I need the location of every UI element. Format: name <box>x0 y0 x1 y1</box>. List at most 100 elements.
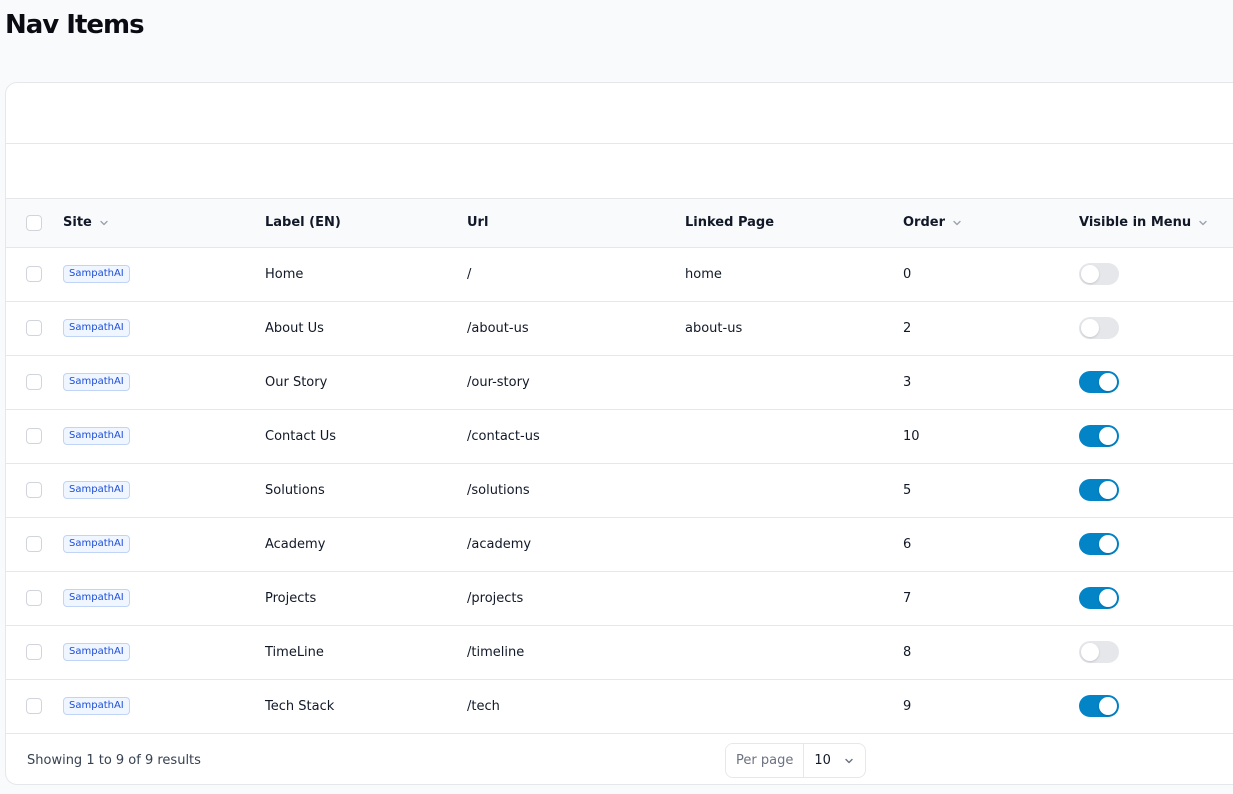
header-order-label: Order <box>903 215 945 231</box>
header-linked-page-text: Linked Page <box>685 215 775 231</box>
cell-linked-page <box>685 625 903 679</box>
row-checkbox[interactable] <box>26 644 42 660</box>
cell-label: Contact Us <box>265 428 336 444</box>
cell-linked-page <box>685 517 903 571</box>
cell-label: Academy <box>265 536 326 552</box>
cell-order: 10 <box>903 428 920 444</box>
site-badge: SampathAI <box>63 265 130 283</box>
cell-label: Tech Stack <box>265 698 335 714</box>
table-row[interactable]: SampathAI TimeLine /timeline 8 <box>6 625 1233 679</box>
select-all-cell <box>6 199 63 247</box>
select-all-checkbox[interactable] <box>26 214 42 231</box>
row-checkbox[interactable] <box>26 698 42 715</box>
cell-url: /about-us <box>467 320 529 336</box>
header-site-label: Site <box>63 215 92 231</box>
site-badge: SampathAI <box>63 697 130 716</box>
header-visible[interactable]: Visible in Menu <box>1079 199 1233 247</box>
cell-url: /projects <box>467 590 524 606</box>
cell-order: 6 <box>903 536 912 552</box>
site-badge: SampathAI <box>63 643 130 661</box>
cell-linked-page: home <box>685 266 722 282</box>
per-page-select[interactable]: 10 <box>804 744 865 777</box>
table-row[interactable]: SampathAI About Us /about-us about-us 2 <box>6 301 1233 355</box>
row-checkbox[interactable] <box>26 536 42 552</box>
cell-label: Home <box>265 266 304 282</box>
visible-toggle[interactable] <box>1079 641 1119 663</box>
chevron-down-icon <box>1199 220 1207 225</box>
cell-label: About Us <box>265 320 324 336</box>
toggle-knob <box>1099 427 1117 445</box>
row-checkbox[interactable] <box>26 482 42 498</box>
cell-order: 3 <box>903 374 912 390</box>
visible-toggle[interactable] <box>1079 533 1119 555</box>
toggle-knob <box>1081 265 1099 283</box>
site-badge: SampathAI <box>63 319 130 337</box>
chevron-down-icon <box>845 758 853 763</box>
visible-toggle[interactable] <box>1079 371 1119 393</box>
results-count: Showing 1 to 9 of 9 results <box>27 753 201 768</box>
cell-url: /academy <box>467 536 532 552</box>
site-badge: SampathAI <box>63 481 130 499</box>
cell-order: 7 <box>903 590 912 606</box>
toggle-knob <box>1081 319 1099 337</box>
cell-order: 2 <box>903 320 912 336</box>
visible-toggle[interactable] <box>1079 425 1119 447</box>
visible-toggle[interactable] <box>1079 479 1119 501</box>
per-page-label: Per page <box>726 744 805 777</box>
cell-url: /tech <box>467 698 500 714</box>
row-checkbox[interactable] <box>26 428 42 444</box>
visible-toggle[interactable] <box>1079 695 1119 718</box>
cell-linked-page: about-us <box>685 320 743 336</box>
header-label-text: Label (EN) <box>265 215 341 231</box>
row-checkbox[interactable] <box>26 374 42 390</box>
chevron-down-icon <box>953 220 961 225</box>
cell-order: 0 <box>903 266 912 282</box>
table-row[interactable]: SampathAI Contact Us /contact-us 10 <box>6 409 1233 463</box>
nav-items-table: Site Label (EN) Url Linked Page Order Vi… <box>6 199 1233 733</box>
cell-url: /solutions <box>467 482 530 498</box>
cell-label: TimeLine <box>265 644 324 660</box>
cell-label: Solutions <box>265 482 325 498</box>
table-header-row: Site Label (EN) Url Linked Page Order Vi… <box>6 199 1233 247</box>
header-url-text: Url <box>467 215 489 231</box>
toggle-knob <box>1099 697 1117 716</box>
chevron-down-icon <box>100 220 108 225</box>
row-checkbox[interactable] <box>26 266 42 282</box>
cell-order: 5 <box>903 482 912 498</box>
site-badge: SampathAI <box>63 535 130 553</box>
table-card: Site Label (EN) Url Linked Page Order Vi… <box>5 82 1233 785</box>
header-order[interactable]: Order <box>903 199 1079 247</box>
cell-linked-page <box>685 409 903 463</box>
site-badge: SampathAI <box>63 589 130 607</box>
table-toolbar <box>6 83 1233 144</box>
table-row[interactable]: SampathAI Projects /projects 7 <box>6 571 1233 625</box>
table-row[interactable]: SampathAI Our Story /our-story 3 <box>6 355 1233 409</box>
toggle-knob <box>1099 373 1117 391</box>
cell-linked-page <box>685 355 903 409</box>
table-row[interactable]: SampathAI Solutions /solutions 5 <box>6 463 1233 517</box>
table-subbar <box>6 144 1233 199</box>
per-page-control[interactable]: Per page 10 <box>725 743 866 778</box>
row-checkbox[interactable] <box>26 590 42 606</box>
table-row[interactable]: SampathAI Home / home 0 <box>6 247 1233 301</box>
table-row[interactable]: SampathAI Tech Stack /tech 9 <box>6 679 1233 733</box>
cell-order: 8 <box>903 644 912 660</box>
cell-label: Our Story <box>265 374 328 390</box>
toggle-knob <box>1081 643 1099 661</box>
cell-url: /contact-us <box>467 428 540 444</box>
site-badge: SampathAI <box>63 373 130 391</box>
page-title: Nav Items <box>5 10 145 40</box>
table-row[interactable]: SampathAI Academy /academy 6 <box>6 517 1233 571</box>
visible-toggle[interactable] <box>1079 317 1119 339</box>
cell-linked-page <box>685 679 903 733</box>
row-checkbox[interactable] <box>26 320 42 336</box>
toggle-knob <box>1099 535 1117 553</box>
site-badge: SampathAI <box>63 427 130 445</box>
per-page-value: 10 <box>814 753 831 768</box>
cell-linked-page <box>685 571 903 625</box>
header-site[interactable]: Site <box>63 199 265 247</box>
header-visible-label: Visible in Menu <box>1079 215 1192 231</box>
visible-toggle[interactable] <box>1079 263 1119 285</box>
visible-toggle[interactable] <box>1079 587 1119 609</box>
cell-url: /our-story <box>467 374 530 390</box>
